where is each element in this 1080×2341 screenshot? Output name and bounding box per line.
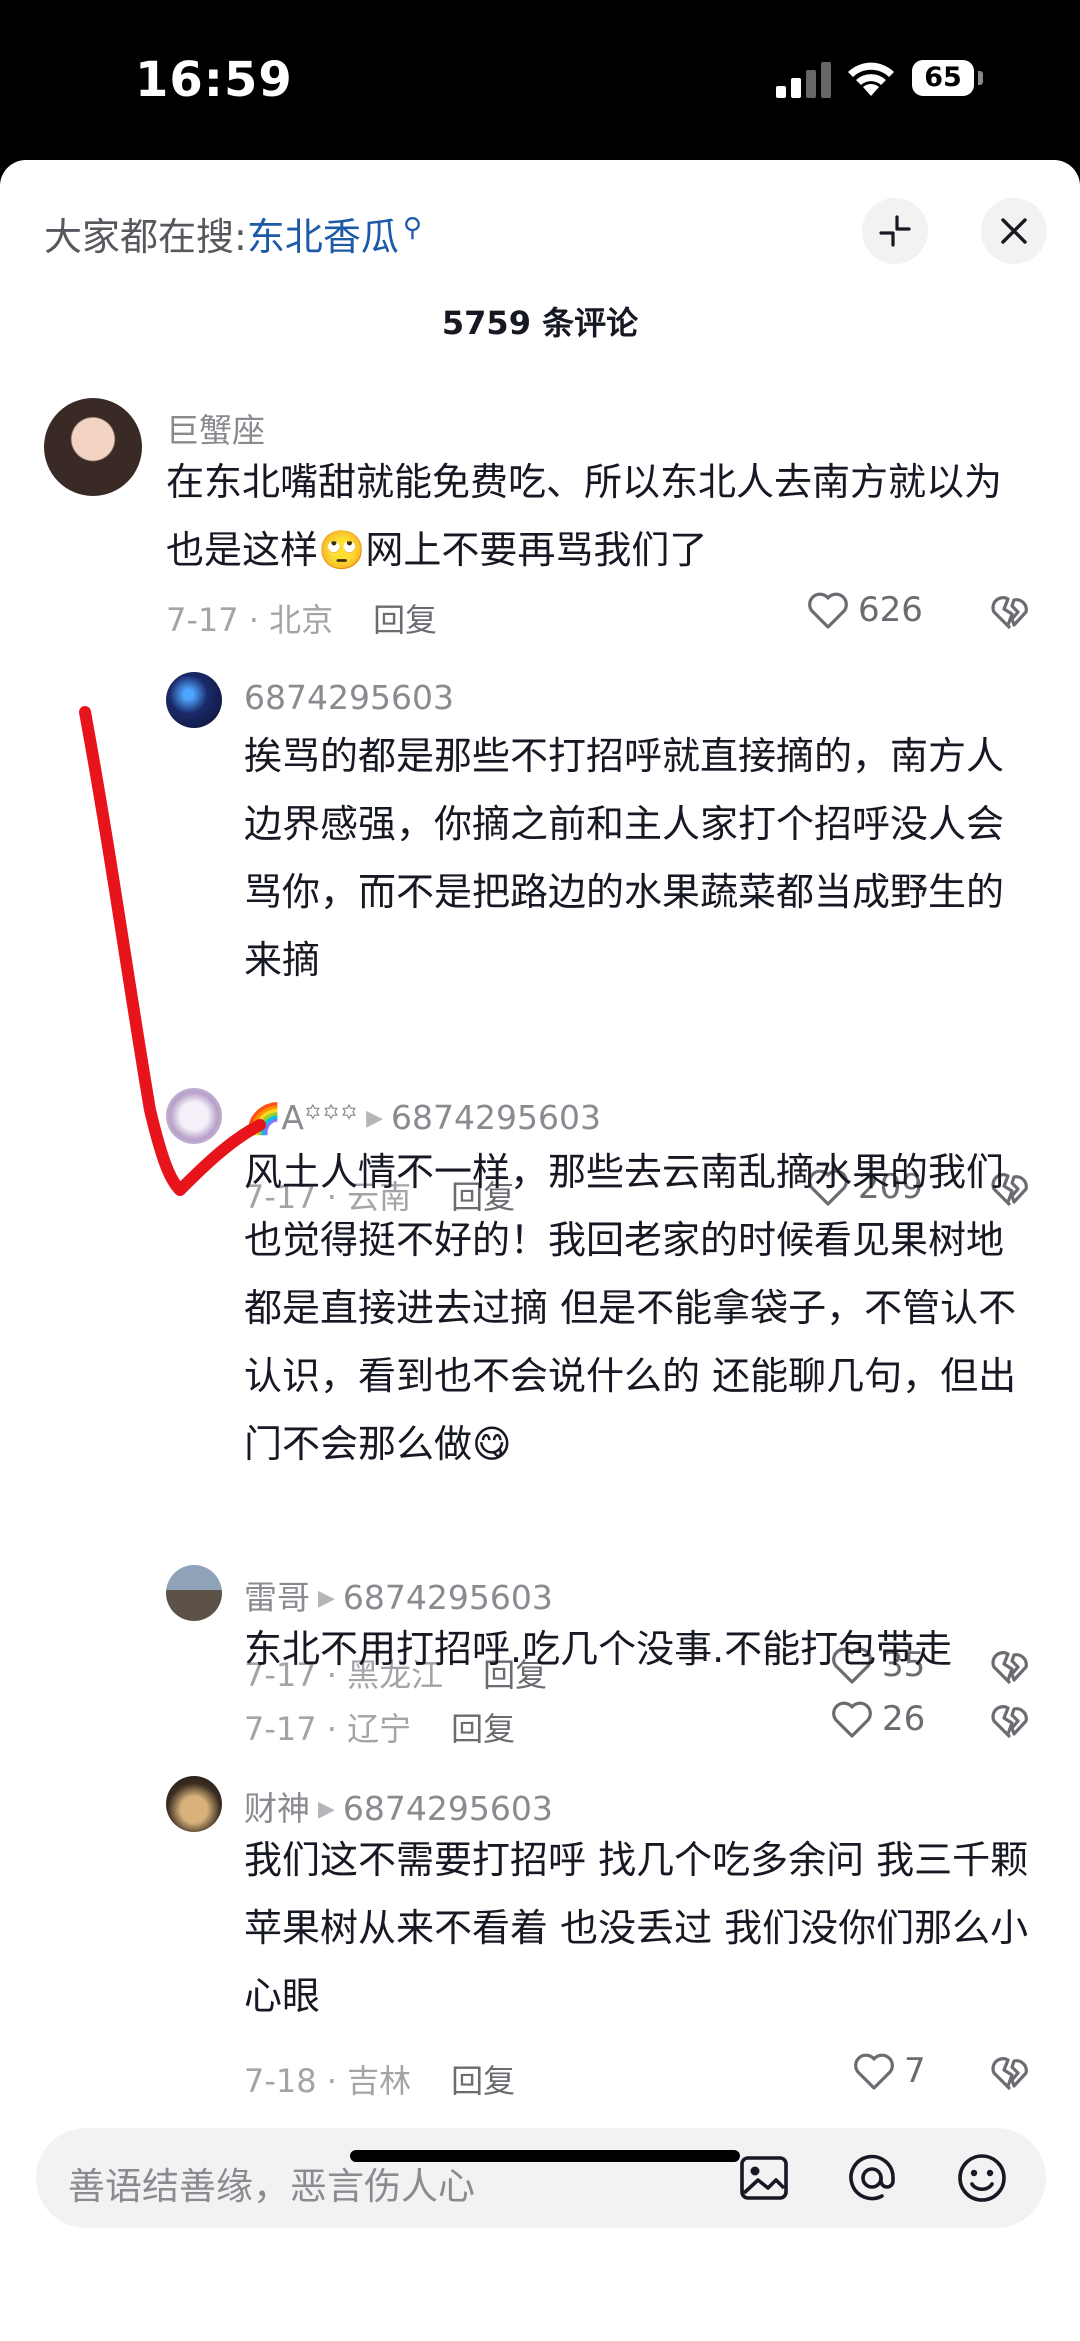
avatar[interactable]: [166, 1088, 222, 1144]
reply-to-username[interactable]: 6874295603: [343, 1578, 553, 1617]
close-icon: [1001, 218, 1027, 244]
avatar[interactable]: [166, 1776, 222, 1832]
image-icon[interactable]: [736, 2150, 792, 2206]
avatar[interactable]: [166, 1565, 222, 1621]
trending-search-keyword[interactable]: 东北香瓜: [247, 215, 399, 259]
reply-button[interactable]: 回复: [451, 2062, 515, 2100]
heart-icon: [808, 592, 848, 629]
like-button[interactable]: 626: [806, 590, 923, 630]
comment-text: 在东北嘴甜就能免费吃、所以东北人去南方就以为也是这样🙄网上不要再骂我们了: [166, 460, 1003, 572]
avatar[interactable]: [44, 398, 142, 496]
like-button[interactable]: 7: [852, 2051, 926, 2091]
heart-icon: [832, 1701, 872, 1738]
comment-date-location: 7-17 · 辽宁: [244, 1710, 412, 1748]
reply-arrow-icon: ▶: [318, 1797, 335, 1822]
comment-meta: 7-18 · 吉林 回复: [244, 2056, 515, 2102]
status-bar: 16:59 65: [0, 0, 1080, 160]
heart-icon: [854, 2053, 894, 2090]
reply-arrow-icon: ▶: [318, 1586, 335, 1611]
trending-search[interactable]: 大家都在搜:东北香瓜 ⚲: [44, 206, 422, 261]
reply-to-username[interactable]: 6874295603: [391, 1098, 601, 1137]
status-time: 16:59: [135, 52, 293, 108]
comment-username[interactable]: 巨蟹座: [166, 404, 265, 452]
comment-meta: 7-17 · 北京 回复: [166, 595, 437, 641]
broken-heart-icon[interactable]: [989, 592, 1031, 632]
comment-text: 我们这不需要打招呼 找几个吃多余问 我三千颗苹果树从来不看着 也没丢过 我们没你…: [244, 1838, 1029, 2018]
comment-text: 风土人情不一样，那些去云南乱摘水果的我们也觉得挺不好的！我回老家的时候看见果树地…: [244, 1150, 1017, 1466]
like-count: 26: [882, 1699, 926, 1739]
battery-tip: [978, 71, 983, 85]
like-button[interactable]: 26: [830, 1699, 925, 1739]
comment-sheet: 大家都在搜:东北香瓜 ⚲ 5759 条评论 巨蟹座 在东北嘴甜就能免费吃、所以东北…: [0, 160, 1080, 2341]
comment-date-location: 7-17 · 北京: [166, 601, 334, 639]
comment-date-location: 7-18 · 吉林: [244, 2062, 412, 2100]
reply-button[interactable]: 回复: [451, 1710, 515, 1748]
rainbow-emoji: 🌈: [244, 1102, 282, 1137]
wifi-icon: [848, 62, 894, 96]
collapse-arrows-icon: [879, 215, 911, 247]
like-count: 7: [904, 2051, 926, 2091]
signal-icon: [776, 62, 831, 98]
comment-input-placeholder: 善语结善缘，恶言伤人心: [68, 2165, 475, 2208]
comment-meta: 7-17 · 辽宁 回复: [244, 1704, 515, 1750]
home-indicator[interactable]: [350, 2150, 740, 2162]
comment-text: 东北不用打招呼.吃几个没事.不能打包带走: [244, 1627, 953, 1671]
close-button[interactable]: [981, 198, 1047, 264]
reply-to-username[interactable]: 6874295603: [343, 1789, 553, 1828]
comment-username[interactable]: 财神 ▶ 6874295603: [244, 1782, 553, 1830]
emoji-icon[interactable]: [954, 2150, 1010, 2206]
trending-search-prefix: 大家都在搜:: [44, 215, 247, 259]
broken-heart-icon[interactable]: [989, 2053, 1031, 2093]
avatar[interactable]: [166, 672, 222, 728]
collapse-button[interactable]: [862, 198, 928, 264]
comment-username[interactable]: 6874295603: [244, 678, 454, 717]
comment-username[interactable]: 雷哥 ▶ 6874295603: [244, 1571, 553, 1619]
reply-button[interactable]: 回复: [373, 601, 437, 639]
comment-text: 挨骂的都是那些不打招呼就直接摘的，南方人边界感强，你摘之前和主人家打个招呼没人会…: [244, 734, 1005, 982]
broken-heart-icon[interactable]: [989, 1701, 1031, 1741]
search-icon: ⚲: [402, 213, 422, 243]
reply-arrow-icon: ▶: [366, 1106, 384, 1131]
comment-input[interactable]: 善语结善缘，恶言伤人心: [36, 2128, 1046, 2228]
like-count: 626: [858, 590, 923, 630]
comment-username[interactable]: 🌈A꙳꙳꙳ ▶ 6874295603: [244, 1094, 601, 1139]
comment-count: 5759 条评论: [441, 304, 639, 342]
battery-icon: 65: [912, 60, 974, 96]
at-icon[interactable]: [844, 2150, 900, 2206]
